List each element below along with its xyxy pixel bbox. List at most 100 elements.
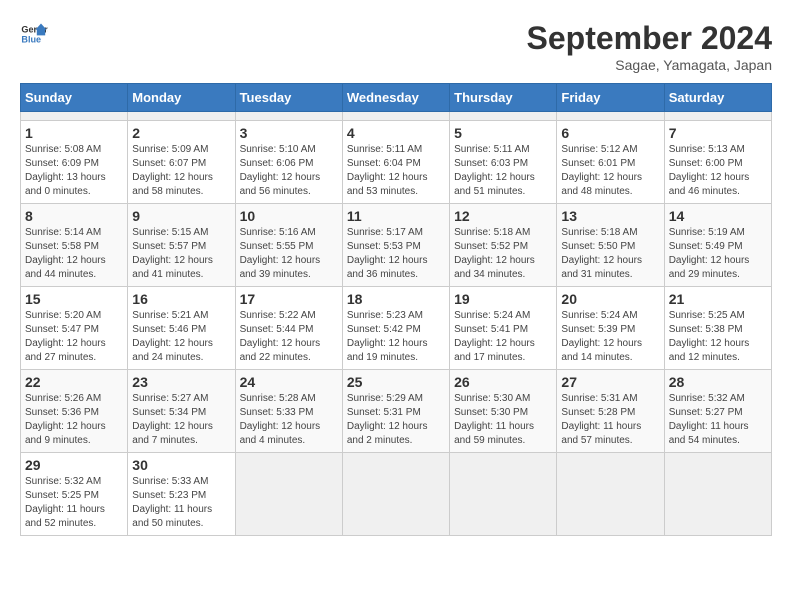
title-area: September 2024 Sagae, Yamagata, Japan	[527, 20, 772, 73]
dow-monday: Monday	[128, 84, 235, 112]
location-subtitle: Sagae, Yamagata, Japan	[527, 57, 772, 73]
day-number: 29	[25, 457, 123, 473]
day-detail: Sunrise: 5:11 AM Sunset: 6:04 PM Dayligh…	[347, 143, 445, 199]
day-number: 1	[25, 125, 123, 141]
day-cell: 9 Sunrise: 5:15 AM Sunset: 5:57 PM Daylig…	[128, 204, 235, 287]
day-cell: 4 Sunrise: 5:11 AM Sunset: 6:04 PM Daylig…	[342, 121, 449, 204]
dow-tuesday: Tuesday	[235, 84, 342, 112]
day-number: 13	[561, 208, 659, 224]
day-detail: Sunrise: 5:26 AM Sunset: 5:36 PM Dayligh…	[25, 392, 123, 448]
dow-wednesday: Wednesday	[342, 84, 449, 112]
day-number: 6	[561, 125, 659, 141]
day-cell: 22 Sunrise: 5:26 AM Sunset: 5:36 PM Dayli…	[21, 370, 128, 453]
dow-sunday: Sunday	[21, 84, 128, 112]
week-row-2: 8 Sunrise: 5:14 AM Sunset: 5:58 PM Daylig…	[21, 204, 772, 287]
day-cell: 6 Sunrise: 5:12 AM Sunset: 6:01 PM Daylig…	[557, 121, 664, 204]
day-cell	[342, 453, 449, 536]
day-detail: Sunrise: 5:30 AM Sunset: 5:30 PM Dayligh…	[454, 392, 552, 448]
day-cell	[664, 112, 771, 121]
day-cell: 2Sunrise: 5:09 AM Sunset: 6:07 PM Daylig…	[128, 121, 235, 204]
day-cell: 24Sunrise: 5:28 AM Sunset: 5:33 PM Dayli…	[235, 370, 342, 453]
day-cell: 23 Sunrise: 5:27 AM Sunset: 5:34 PM Dayli…	[128, 370, 235, 453]
day-cell: 13 Sunrise: 5:18 AM Sunset: 5:50 PM Dayli…	[557, 204, 664, 287]
day-number: 9	[132, 208, 230, 224]
day-detail: Sunrise: 5:32 AM Sunset: 5:27 PM Dayligh…	[669, 392, 767, 448]
day-detail: Sunrise: 5:20 AM Sunset: 5:47 PM Dayligh…	[25, 309, 123, 365]
day-detail: Sunrise: 5:14 AM Sunset: 5:58 PM Dayligh…	[25, 226, 123, 282]
day-cell: 19Sunrise: 5:24 AM Sunset: 5:41 PM Dayli…	[450, 287, 557, 370]
day-cell: 25 Sunrise: 5:29 AM Sunset: 5:31 PM Dayli…	[342, 370, 449, 453]
day-number: 11	[347, 208, 445, 224]
day-number: 25	[347, 374, 445, 390]
day-cell: 28 Sunrise: 5:32 AM Sunset: 5:27 PM Dayli…	[664, 370, 771, 453]
dow-friday: Friday	[557, 84, 664, 112]
day-detail: Sunrise: 5:18 AM Sunset: 5:50 PM Dayligh…	[561, 226, 659, 282]
day-cell: 1 Sunrise: 5:08 AM Sunset: 6:09 PM Daylig…	[21, 121, 128, 204]
day-cell: 16Sunrise: 5:21 AM Sunset: 5:46 PM Dayli…	[128, 287, 235, 370]
day-number: 24	[240, 374, 338, 390]
week-row-3: 15 Sunrise: 5:20 AM Sunset: 5:47 PM Dayli…	[21, 287, 772, 370]
day-cell: 26Sunrise: 5:30 AM Sunset: 5:30 PM Dayli…	[450, 370, 557, 453]
day-detail: Sunrise: 5:12 AM Sunset: 6:01 PM Dayligh…	[561, 143, 659, 199]
day-number: 27	[561, 374, 659, 390]
day-number: 18	[347, 291, 445, 307]
day-cell: 27 Sunrise: 5:31 AM Sunset: 5:28 PM Dayli…	[557, 370, 664, 453]
day-cell	[450, 453, 557, 536]
day-number: 20	[561, 291, 659, 307]
day-cell	[342, 112, 449, 121]
day-number: 2	[132, 125, 230, 141]
day-detail: Sunrise: 5:08 AM Sunset: 6:09 PM Dayligh…	[25, 143, 123, 199]
day-detail: Sunrise: 5:24 AM Sunset: 5:41 PM Dayligh…	[454, 309, 552, 365]
day-number: 3	[240, 125, 338, 141]
day-number: 21	[669, 291, 767, 307]
day-number: 4	[347, 125, 445, 141]
svg-text:Blue: Blue	[21, 34, 41, 44]
day-cell	[235, 453, 342, 536]
day-detail: Sunrise: 5:19 AM Sunset: 5:49 PM Dayligh…	[669, 226, 767, 282]
day-detail: Sunrise: 5:15 AM Sunset: 5:57 PM Dayligh…	[132, 226, 230, 282]
day-of-week-header: SundayMondayTuesdayWednesdayThursdayFrid…	[21, 84, 772, 112]
day-cell	[128, 112, 235, 121]
week-row-1: 1 Sunrise: 5:08 AM Sunset: 6:09 PM Daylig…	[21, 121, 772, 204]
day-detail: Sunrise: 5:32 AM Sunset: 5:25 PM Dayligh…	[25, 475, 123, 531]
day-cell	[664, 453, 771, 536]
calendar-table: SundayMondayTuesdayWednesdayThursdayFrid…	[20, 83, 772, 536]
day-detail: Sunrise: 5:16 AM Sunset: 5:55 PM Dayligh…	[240, 226, 338, 282]
logo: General Blue	[20, 20, 48, 48]
day-number: 8	[25, 208, 123, 224]
day-cell: 17 Sunrise: 5:22 AM Sunset: 5:44 PM Dayli…	[235, 287, 342, 370]
day-cell: 21 Sunrise: 5:25 AM Sunset: 5:38 PM Dayli…	[664, 287, 771, 370]
day-number: 22	[25, 374, 123, 390]
day-number: 15	[25, 291, 123, 307]
day-detail: Sunrise: 5:21 AM Sunset: 5:46 PM Dayligh…	[132, 309, 230, 365]
day-number: 28	[669, 374, 767, 390]
day-cell	[21, 112, 128, 121]
month-title: September 2024	[527, 20, 772, 57]
dow-thursday: Thursday	[450, 84, 557, 112]
day-cell: 15 Sunrise: 5:20 AM Sunset: 5:47 PM Dayli…	[21, 287, 128, 370]
day-detail: Sunrise: 5:11 AM Sunset: 6:03 PM Dayligh…	[454, 143, 552, 199]
day-detail: Sunrise: 5:13 AM Sunset: 6:00 PM Dayligh…	[669, 143, 767, 199]
day-number: 23	[132, 374, 230, 390]
day-number: 30	[132, 457, 230, 473]
day-detail: Sunrise: 5:24 AM Sunset: 5:39 PM Dayligh…	[561, 309, 659, 365]
day-cell: 3 Sunrise: 5:10 AM Sunset: 6:06 PM Daylig…	[235, 121, 342, 204]
week-row-4: 22 Sunrise: 5:26 AM Sunset: 5:36 PM Dayli…	[21, 370, 772, 453]
week-row-0	[21, 112, 772, 121]
day-cell: 30 Sunrise: 5:33 AM Sunset: 5:23 PM Dayli…	[128, 453, 235, 536]
header: General Blue September 2024 Sagae, Yamag…	[20, 20, 772, 73]
day-detail: Sunrise: 5:27 AM Sunset: 5:34 PM Dayligh…	[132, 392, 230, 448]
day-number: 17	[240, 291, 338, 307]
day-cell: 7Sunrise: 5:13 AM Sunset: 6:00 PM Daylig…	[664, 121, 771, 204]
day-detail: Sunrise: 5:25 AM Sunset: 5:38 PM Dayligh…	[669, 309, 767, 365]
day-cell: 8 Sunrise: 5:14 AM Sunset: 5:58 PM Daylig…	[21, 204, 128, 287]
day-cell: 5Sunrise: 5:11 AM Sunset: 6:03 PM Daylig…	[450, 121, 557, 204]
day-detail: Sunrise: 5:31 AM Sunset: 5:28 PM Dayligh…	[561, 392, 659, 448]
day-cell: 14Sunrise: 5:19 AM Sunset: 5:49 PM Dayli…	[664, 204, 771, 287]
day-detail: Sunrise: 5:22 AM Sunset: 5:44 PM Dayligh…	[240, 309, 338, 365]
day-detail: Sunrise: 5:33 AM Sunset: 5:23 PM Dayligh…	[132, 475, 230, 531]
day-number: 10	[240, 208, 338, 224]
day-cell: 10 Sunrise: 5:16 AM Sunset: 5:55 PM Dayli…	[235, 204, 342, 287]
day-detail: Sunrise: 5:10 AM Sunset: 6:06 PM Dayligh…	[240, 143, 338, 199]
day-detail: Sunrise: 5:29 AM Sunset: 5:31 PM Dayligh…	[347, 392, 445, 448]
